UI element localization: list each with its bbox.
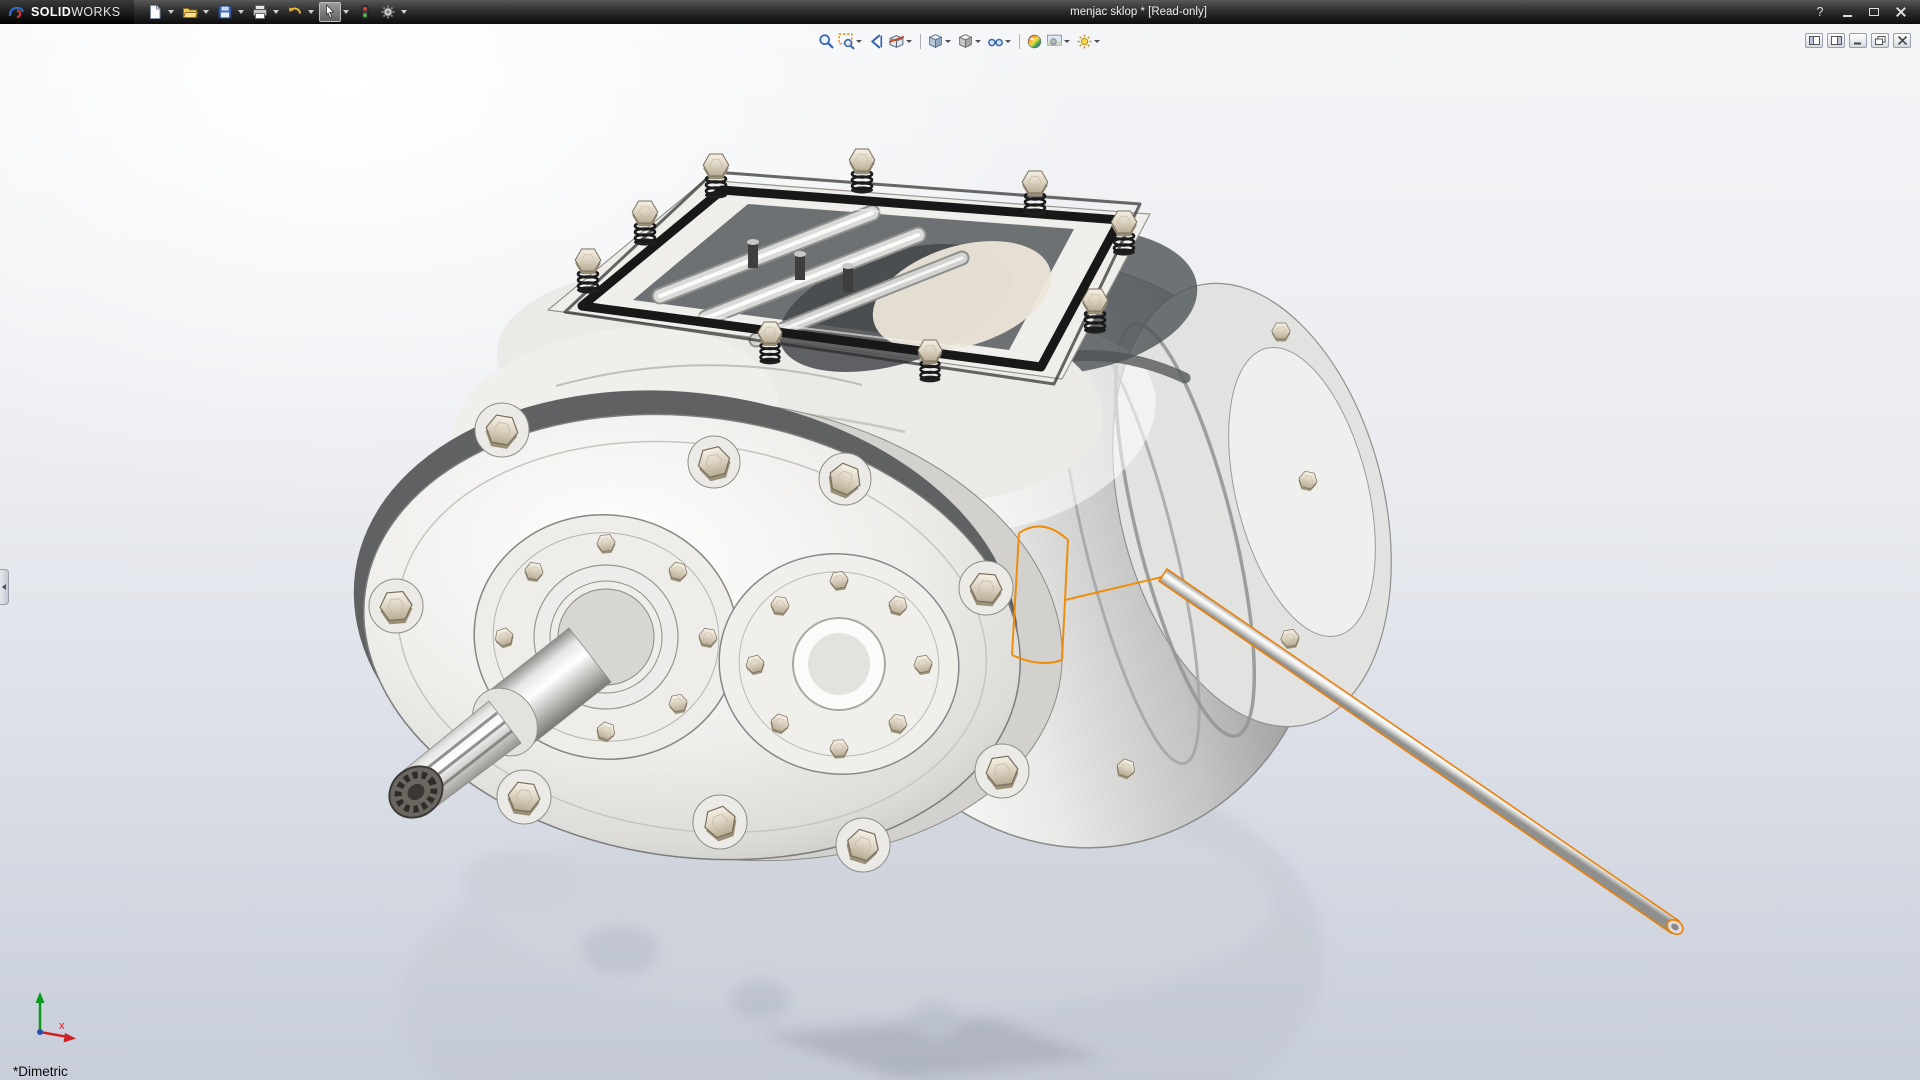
close-button[interactable]	[1891, 3, 1911, 21]
options-button[interactable]	[377, 2, 399, 22]
select-cursor-icon	[322, 4, 338, 20]
collapse-arrow-icon	[2, 584, 6, 590]
zoom-area-icon	[838, 33, 855, 50]
help-button[interactable]: ?	[1810, 3, 1830, 21]
toolbar-separator	[920, 34, 921, 49]
new-document-icon	[147, 4, 163, 20]
view-settings-dropdown-caret[interactable]	[1094, 40, 1100, 43]
open-dropdown-caret[interactable]	[203, 10, 209, 14]
rebuild-button[interactable]	[354, 2, 376, 22]
window-controls: ?	[1810, 3, 1920, 21]
previous-view-button[interactable]	[866, 31, 886, 51]
traffic-light-icon	[357, 4, 373, 20]
pane-right-button[interactable]	[1827, 33, 1845, 48]
undo-icon	[287, 4, 303, 20]
save-button[interactable]	[214, 2, 236, 22]
document-minimize-icon	[1853, 36, 1864, 45]
zoom-to-area-button[interactable]	[836, 31, 856, 51]
display-style-icon	[957, 33, 974, 50]
orientation-triad: x	[36, 992, 77, 1043]
zoom-to-fit-button[interactable]	[816, 31, 836, 51]
options-dropdown-caret[interactable]	[401, 10, 407, 14]
solidworks-logo: SOLIDWORKS	[0, 0, 134, 24]
close-icon	[1896, 7, 1907, 18]
pane-right-icon	[1831, 36, 1842, 45]
panel-collapse-tab[interactable]	[0, 569, 9, 605]
section-dropdown-caret[interactable]	[906, 40, 912, 43]
maximize-icon	[1869, 8, 1879, 16]
select-tool-button[interactable]	[319, 2, 341, 22]
brand-bold: SOLID	[31, 5, 71, 19]
view-settings-icon	[1076, 33, 1093, 50]
glasses-icon	[987, 33, 1004, 50]
previous-view-icon	[868, 33, 885, 50]
document-window-controls	[1805, 33, 1911, 48]
section-view-icon	[888, 33, 905, 50]
hide-show-dropdown-caret[interactable]	[1005, 40, 1011, 43]
select-dropdown-caret[interactable]	[343, 10, 349, 14]
edit-appearance-button[interactable]	[1024, 31, 1044, 51]
document-restore-button[interactable]	[1871, 33, 1889, 48]
undo-dropdown-caret[interactable]	[308, 10, 314, 14]
solidworks-window: SOLIDWORKS	[0, 0, 1920, 1080]
pane-left-icon	[1809, 36, 1820, 45]
document-close-button[interactable]	[1893, 33, 1911, 48]
scene-dropdown-caret[interactable]	[1064, 40, 1070, 43]
minimize-button[interactable]	[1837, 3, 1857, 21]
zoom-dropdown-caret[interactable]	[856, 40, 862, 43]
brand-light: WORKS	[71, 5, 120, 19]
options-gear-icon	[380, 4, 396, 20]
new-document-button[interactable]	[144, 2, 166, 22]
zoom-fit-icon	[818, 33, 835, 50]
gearbox-3d-model[interactable]: x	[0, 24, 1920, 1080]
graphics-area[interactable]: x	[0, 24, 1920, 1080]
document-close-icon	[1897, 36, 1908, 45]
pane-left-button[interactable]	[1805, 33, 1823, 48]
appearance-ball-icon	[1026, 33, 1043, 50]
headsup-view-toolbar	[816, 31, 1104, 51]
orientation-dropdown-caret[interactable]	[945, 40, 951, 43]
print-button[interactable]	[249, 2, 271, 22]
view-orientation-button[interactable]	[925, 31, 945, 51]
hide-show-items-button[interactable]	[985, 31, 1005, 51]
3ds-logo-icon	[8, 5, 26, 20]
maximize-button[interactable]	[1864, 3, 1884, 21]
section-view-button[interactable]	[886, 31, 906, 51]
display-style-button[interactable]	[955, 31, 975, 51]
save-dropdown-caret[interactable]	[238, 10, 244, 14]
save-icon	[217, 4, 233, 20]
toolbar-separator	[1019, 34, 1020, 49]
triad-x-label: x	[59, 1020, 65, 1032]
view-cube-icon	[927, 33, 944, 50]
brand-wordmark: SOLIDWORKS	[31, 5, 120, 19]
main-toolbar	[144, 0, 411, 24]
print-icon	[252, 4, 268, 20]
minimize-icon	[1843, 15, 1852, 17]
document-restore-icon	[1875, 36, 1886, 45]
window-title: menjac sklop * [Read-only]	[1070, 0, 1207, 24]
undo-button[interactable]	[284, 2, 306, 22]
apply-scene-button[interactable]	[1044, 31, 1064, 51]
open-button[interactable]	[179, 2, 201, 22]
document-minimize-button[interactable]	[1849, 33, 1867, 48]
view-settings-button[interactable]	[1074, 31, 1094, 51]
view-orientation-label: *Dimetric	[13, 1064, 68, 1079]
open-folder-icon	[182, 4, 198, 20]
print-dropdown-caret[interactable]	[273, 10, 279, 14]
display-style-dropdown-caret[interactable]	[975, 40, 981, 43]
titlebar: SOLIDWORKS	[0, 0, 1920, 24]
new-dropdown-caret[interactable]	[168, 10, 174, 14]
scene-icon	[1046, 33, 1063, 50]
